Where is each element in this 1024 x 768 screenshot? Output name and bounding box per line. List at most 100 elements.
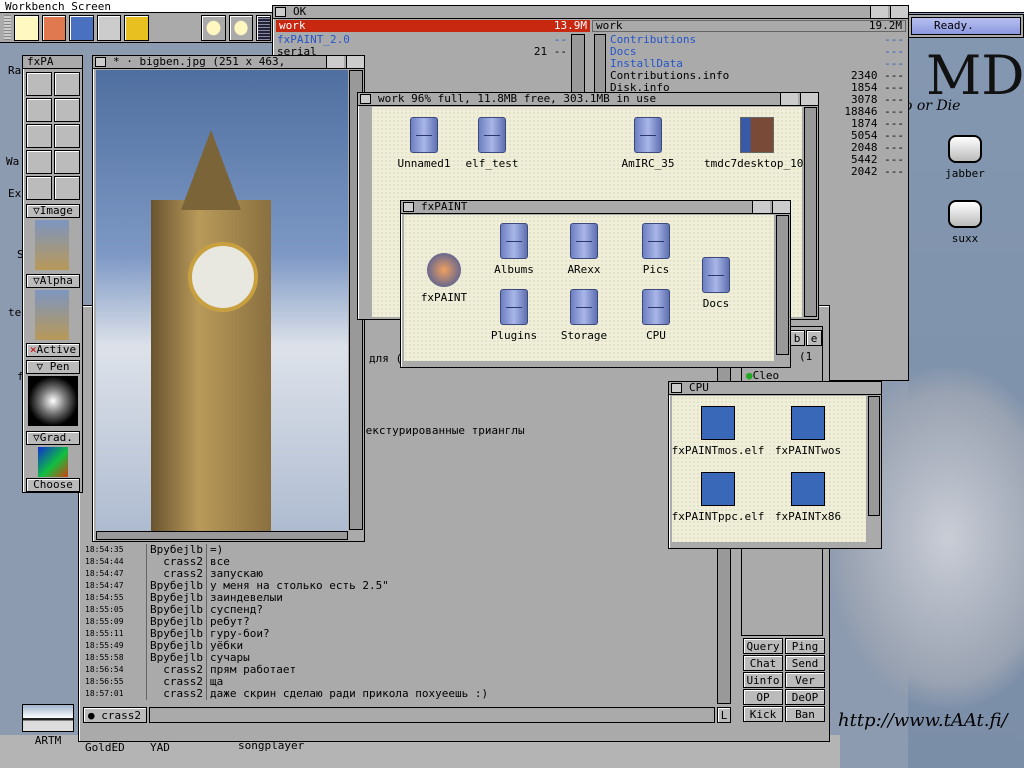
own-nick-button[interactable]: ● crass2 [83, 707, 147, 723]
dock-handle[interactable] [4, 15, 12, 40]
command-button-op[interactable]: OP [743, 689, 783, 705]
curve-tool-icon[interactable] [54, 72, 80, 96]
log-button[interactable]: L [717, 707, 731, 723]
bigben-photo[interactable] [96, 70, 348, 532]
gradient-preview[interactable] [38, 447, 68, 477]
folder-icon[interactable] [41, 15, 67, 41]
command-button-kick[interactable]: Kick [743, 706, 783, 722]
drawer-icon-amirc[interactable]: AmIRC_35 [608, 117, 688, 170]
depth-gadget[interactable] [346, 56, 364, 68]
file-icon-tmdc7desktop[interactable]: tmdc7desktop_102 [702, 117, 812, 170]
desktop-icon-yad[interactable]: YAD [150, 741, 170, 754]
window-title-bar[interactable]: fxPAINT [401, 201, 790, 214]
brush-tool-icon[interactable] [26, 150, 52, 174]
tool-icon-fxpaint[interactable]: fxPAINT [404, 253, 484, 304]
help-brush-tool-icon[interactable] [26, 72, 52, 96]
close-gadget[interactable] [671, 383, 682, 393]
zoom-gadget[interactable] [870, 6, 888, 18]
right-lister-header[interactable]: work 19.2M [592, 20, 906, 32]
drawer-icon-cpu[interactable]: CPU [616, 289, 696, 342]
image-panel-toggle[interactable]: ▽Image [26, 204, 80, 218]
vertical-scrollbar[interactable] [804, 107, 817, 317]
file-icon-fxpaintx86[interactable]: fxPAINTx86 [758, 472, 858, 523]
close-gadget[interactable] [275, 7, 286, 17]
file-icon-fxpaintppc[interactable]: fxPAINTppc.elf [668, 472, 768, 523]
message-time: 18:55:11 [85, 628, 147, 640]
drawer-icon-plugins[interactable]: Plugins [474, 289, 554, 342]
chat-message-list[interactable]: 18:54:35 Врубеjlb =) 18:54:44 crass2 все 18:54… [85, 544, 725, 700]
zoom-gadget[interactable] [780, 93, 798, 105]
window-title-bar[interactable]: work 96% full, 11.8MB free, 303.1MB in u… [358, 93, 818, 106]
file-row[interactable]: fxPAINT_2.0 -- [277, 34, 567, 46]
paintbrush-tool-icon[interactable] [26, 98, 52, 122]
message-nick[interactable]: crass2 [147, 688, 207, 700]
command-button-uinfo[interactable]: Uinfo [743, 672, 783, 688]
file-row[interactable]: Contributions --- [610, 34, 904, 46]
close-gadget[interactable] [360, 94, 371, 104]
desktop-label[interactable]: Ra [8, 64, 21, 77]
mode-button-e[interactable]: e [806, 330, 822, 346]
desktop-label[interactable]: Ex [8, 187, 21, 200]
horizontal-scrollbar[interactable] [96, 531, 348, 540]
desktop-icon-jabber[interactable]: jabber [930, 135, 1000, 180]
drawer-icon-elf-test[interactable]: elf_test [452, 117, 532, 170]
film-tool-icon[interactable] [26, 176, 52, 200]
pen-preview[interactable] [28, 376, 78, 426]
fill-tool-icon[interactable] [26, 124, 52, 148]
desktop-label[interactable]: te [8, 306, 21, 319]
depth-gadget[interactable] [800, 93, 818, 105]
zoom-gadget[interactable] [752, 201, 770, 213]
image-thumbnail[interactable] [35, 220, 69, 270]
close-gadget[interactable] [95, 57, 106, 67]
command-button-deop[interactable]: DeOP [785, 689, 825, 705]
command-button-ver[interactable]: Ver [785, 672, 825, 688]
palette-tool-icon[interactable] [54, 98, 80, 122]
desktop-label[interactable]: Wa [6, 155, 19, 168]
bone-tool-icon[interactable] [54, 176, 80, 200]
toolbox-title-bar[interactable]: fxPA [23, 56, 82, 69]
window-title-bar[interactable]: CPU [669, 382, 881, 395]
dock-toolbar [0, 13, 275, 43]
effects-tool-icon[interactable] [54, 124, 80, 148]
left-lister-header[interactable]: work 13.9M [276, 20, 590, 32]
desktop-icon-artm[interactable]: ARTM [18, 704, 78, 747]
command-button-chat[interactable]: Chat [743, 655, 783, 671]
new-file-icon[interactable] [14, 15, 39, 41]
list-icon[interactable] [255, 15, 272, 41]
command-button-ping[interactable]: Ping [785, 638, 825, 654]
command-button-query[interactable]: Query [743, 638, 783, 654]
command-button-send[interactable]: Send [785, 655, 825, 671]
artm-icon [22, 704, 74, 732]
save-disk-icon[interactable] [69, 15, 94, 41]
alpha-thumbnail[interactable] [35, 290, 69, 340]
zoom-in-icon[interactable] [201, 15, 226, 41]
crown-icon[interactable] [124, 15, 149, 41]
mode-button-b[interactable]: b [789, 330, 805, 346]
printer-icon[interactable] [96, 15, 122, 41]
gradient-panel-toggle[interactable]: ▽Grad. [26, 431, 80, 445]
file-icon-fxpaintmos[interactable]: fxPAINTmos.elf [668, 406, 768, 457]
drawer-icon-arexx[interactable]: ARexx [544, 223, 624, 276]
alpha-panel-toggle[interactable]: ▽Alpha [26, 274, 80, 288]
close-gadget[interactable] [403, 202, 414, 212]
zoom-out-icon[interactable] [228, 15, 253, 41]
file-icon-fxpaintwos[interactable]: fxPAINTwos [758, 406, 858, 457]
command-button-ban[interactable]: Ban [785, 706, 825, 722]
vertical-scrollbar[interactable] [868, 396, 880, 516]
drawer-icon-storage[interactable]: Storage [544, 289, 624, 342]
active-toggle[interactable]: ×Active [26, 343, 80, 357]
vertical-scrollbar[interactable] [776, 215, 789, 355]
executable-icon [791, 472, 825, 506]
desktop-icon-suxx[interactable]: suxx [930, 200, 1000, 245]
pen-panel-toggle[interactable]: ▽ Pen [26, 360, 80, 374]
chat-input[interactable] [149, 707, 715, 723]
window-title-bar[interactable]: OK [273, 6, 908, 19]
grid-tool-icon[interactable] [54, 150, 80, 174]
depth-gadget[interactable] [890, 6, 908, 18]
drawer-icon-albums[interactable]: Albums [474, 223, 554, 276]
window-title-bar[interactable]: * · bigben.jpg (251 x 463, [93, 56, 364, 69]
choose-button[interactable]: Choose [26, 478, 80, 492]
desktop-icon-golded[interactable]: GoldED [85, 741, 125, 754]
depth-gadget[interactable] [772, 201, 790, 213]
zoom-gadget[interactable] [326, 56, 344, 68]
